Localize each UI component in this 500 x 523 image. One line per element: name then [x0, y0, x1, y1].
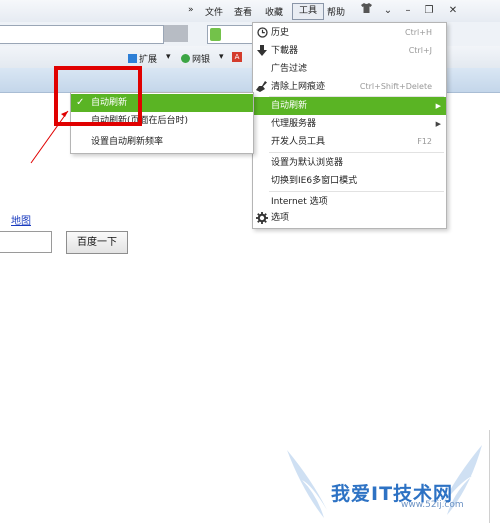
watermark-url: www.52ij.com: [401, 500, 464, 510]
